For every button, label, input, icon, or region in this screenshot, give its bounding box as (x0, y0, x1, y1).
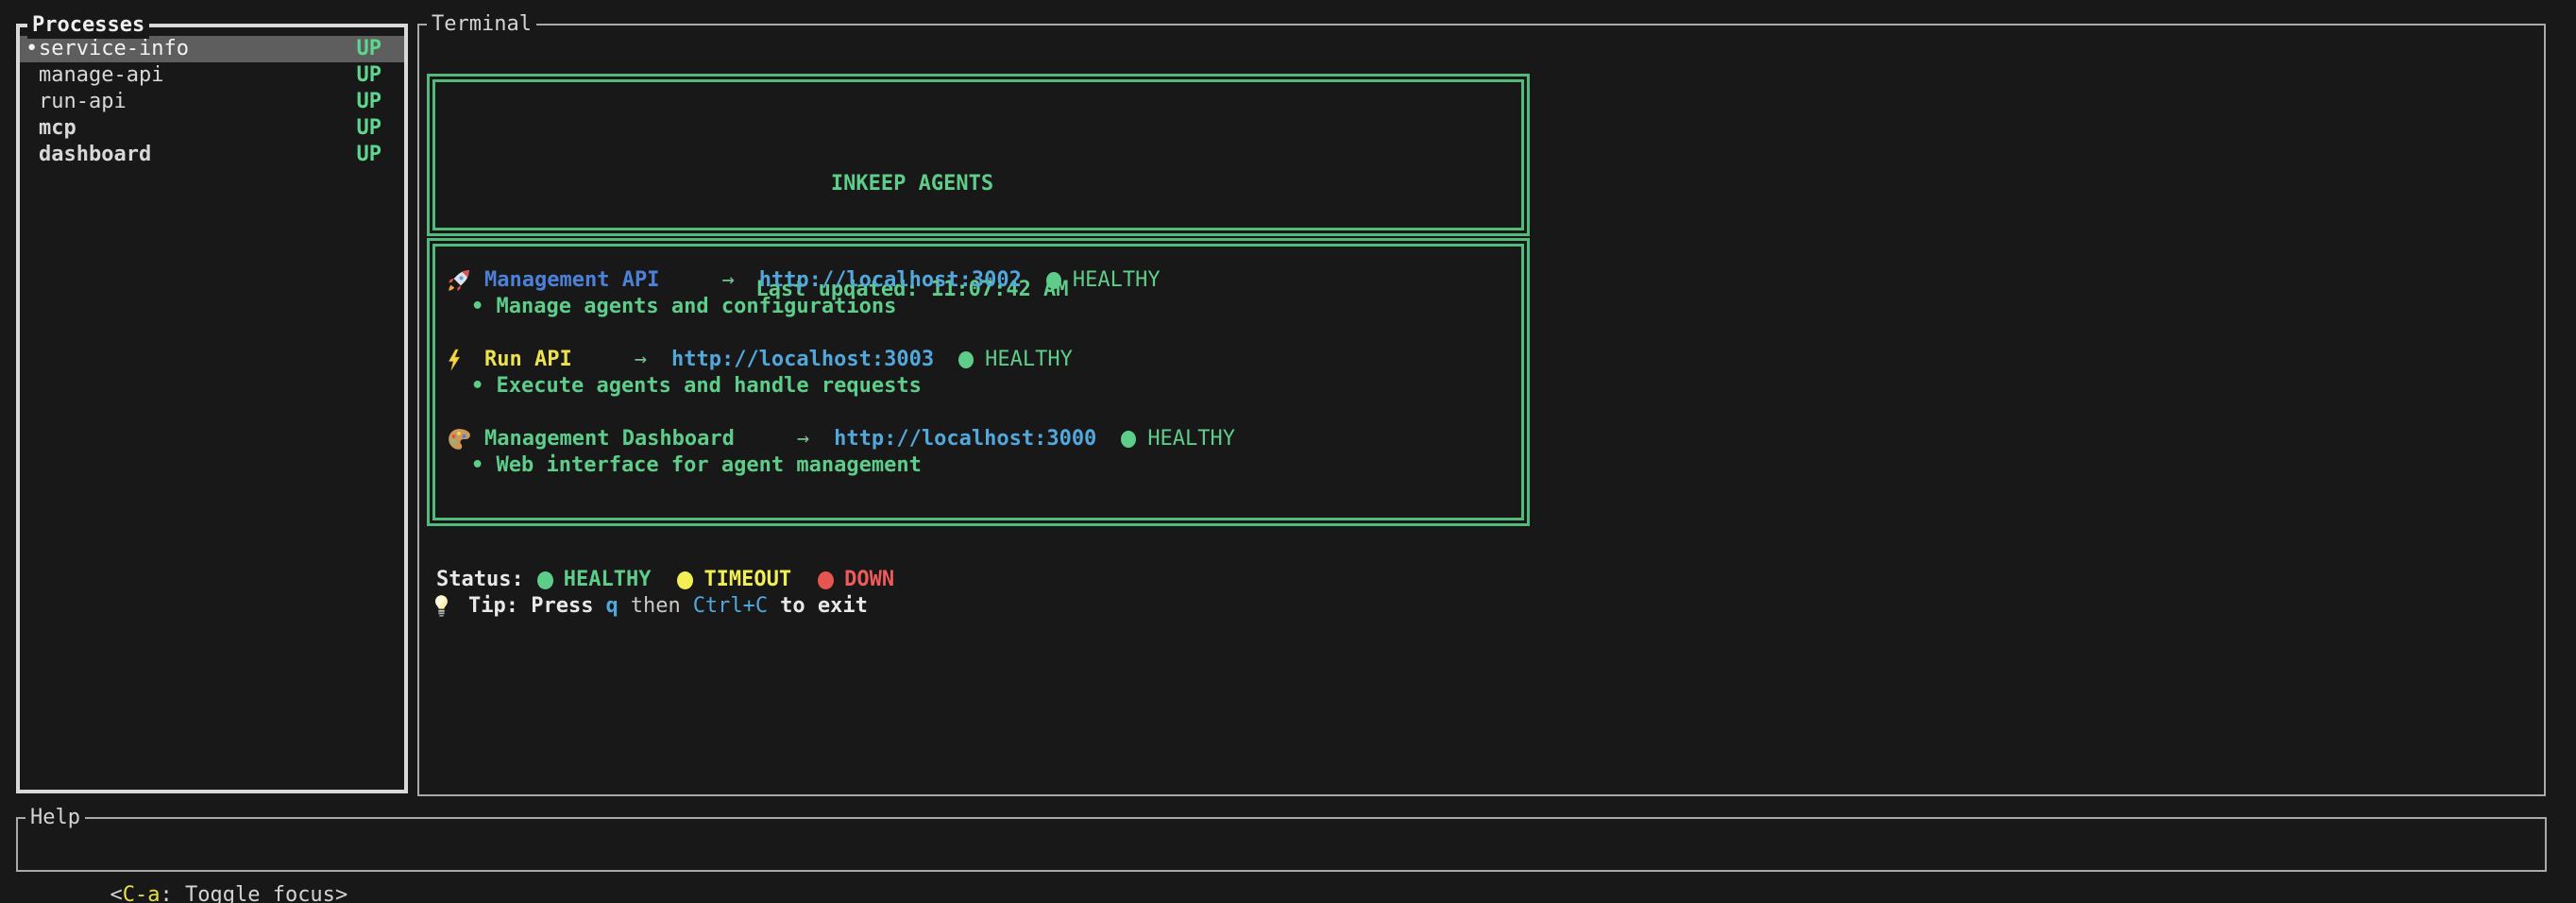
process-row-mcp[interactable]: mcp UP (20, 115, 404, 142)
tip-line: Tip: Press q then Ctrl+C to exit (434, 593, 880, 620)
legend-timeout-label: TIMEOUT (703, 567, 791, 593)
tip-key-q: q (605, 593, 618, 620)
service-status: HEALTHY (1073, 267, 1161, 294)
process-name: run-api (39, 89, 357, 115)
tip-middle: then (631, 593, 681, 620)
tip-prefix: Tip: Press (468, 593, 593, 620)
service-status: HEALTHY (1147, 426, 1235, 452)
legend-down-label: DOWN (844, 567, 894, 593)
process-row-manage-api[interactable]: manage-api UP (20, 62, 404, 89)
process-status-badge: UP (357, 62, 382, 89)
arrow-icon: → (635, 347, 647, 373)
process-status-badge: UP (357, 36, 382, 62)
process-row-service-info[interactable]: • service-info UP (20, 36, 404, 62)
help-shortcuts: <C-a: Toggle focus> <q: Quit> <j: Next> … (18, 819, 2545, 903)
service-url: http://localhost:3000 (834, 426, 1096, 452)
shortcut-key: C-a (123, 883, 161, 903)
service-line-run-api: Run API → http://localhost:3003 HEALTHY (447, 347, 1521, 373)
healthy-dot-icon (1121, 431, 1136, 448)
help-panel-title: Help (25, 805, 85, 831)
shortcut-label: Toggle focus (185, 883, 335, 903)
process-row-dashboard[interactable]: dashboard UP (20, 142, 404, 168)
process-status-badge: UP (357, 115, 382, 142)
process-name: mcp (39, 115, 357, 142)
service-name: Management Dashboard (484, 426, 735, 452)
service-line-dashboard: Management Dashboard → http://localhost:… (447, 426, 1521, 452)
healthy-dot-icon (537, 571, 553, 589)
process-name: manage-api (39, 62, 357, 89)
healthy-dot-icon (1046, 272, 1061, 289)
arrow-icon: → (797, 426, 809, 452)
terminal-panel[interactable]: Terminal INKEEP AGENTS Last updated: 11:… (417, 24, 2546, 796)
down-dot-icon (818, 571, 834, 589)
process-name: dashboard (39, 142, 357, 168)
status-legend: Status: HEALTHY TIMEOUT DOWN (436, 567, 921, 593)
tip-key-combo: Ctrl+C (693, 593, 768, 620)
service-url: http://localhost:3003 (671, 347, 934, 373)
service-url: http://localhost:3002 (759, 267, 1022, 294)
help-panel: Help <C-a: Toggle focus> <q: Quit> <j: N… (16, 817, 2547, 872)
service-description: • Execute agents and handle requests (471, 373, 1521, 400)
status-legend-label: Status: (436, 567, 524, 593)
lightbulb-icon (434, 595, 455, 618)
service-description: • Manage agents and configurations (471, 294, 1521, 320)
process-name: service-info (39, 36, 357, 62)
process-status-badge: UP (357, 142, 382, 168)
tip-suffix: to exit (780, 593, 868, 620)
palette-icon (447, 427, 475, 452)
banner-box: INKEEP AGENTS Last updated: 11:07:42 AM (427, 74, 1530, 236)
services-box: Management API → http://localhost:3002 H… (427, 238, 1530, 526)
processes-panel: Processes • service-info UP manage-api U… (16, 24, 408, 793)
service-line-management-api: Management API → http://localhost:3002 H… (447, 267, 1521, 294)
legend-entry-healthy: HEALTHY (537, 567, 652, 593)
terminal-panel-title: Terminal (427, 11, 536, 38)
banner-heading: INKEEP AGENTS (435, 171, 1389, 197)
legend-entry-down: DOWN (818, 567, 894, 593)
healthy-dot-icon (958, 351, 974, 368)
mprocs-terminal-app: Processes • service-info UP manage-api U… (0, 0, 2576, 903)
rocket-icon (447, 268, 475, 293)
timeout-dot-icon (677, 571, 693, 589)
arrow-icon: → (721, 267, 734, 294)
service-name: Run API (484, 347, 572, 373)
process-status-badge: UP (357, 89, 382, 115)
process-row-run-api[interactable]: run-api UP (20, 89, 404, 115)
service-description: • Web interface for agent management (471, 452, 1521, 479)
lightning-icon (447, 349, 475, 371)
legend-healthy-label: HEALTHY (564, 567, 652, 593)
service-name: Management API (484, 267, 659, 294)
shortcut-toggle-focus: <C-a: Toggle focus> (110, 883, 347, 903)
process-list: • service-info UP manage-api UP run-api … (20, 27, 404, 168)
processes-panel-title: Processes (27, 12, 149, 39)
selected-indicator: • (25, 36, 39, 62)
service-status: HEALTHY (985, 347, 1073, 373)
legend-entry-timeout: TIMEOUT (677, 567, 791, 593)
